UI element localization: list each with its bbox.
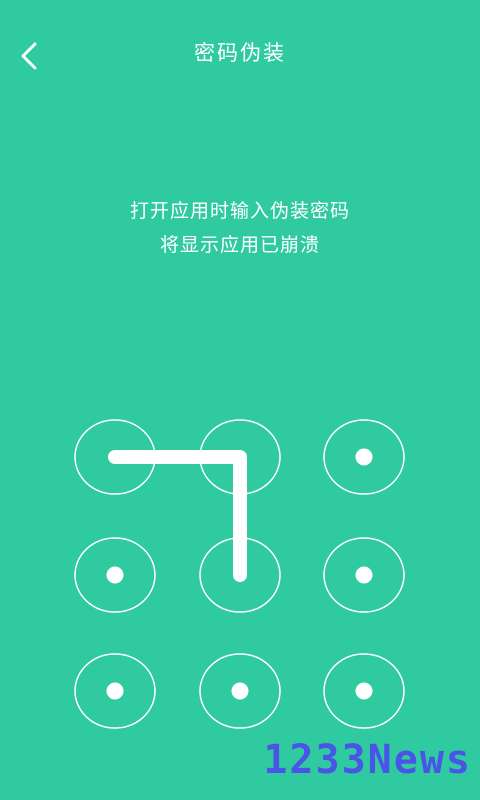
watermark-text: 1233News [263,737,472,783]
app-header: 密码伪装 [0,0,480,108]
page-title: 密码伪装 [194,42,286,65]
instruction-text: 打开应用时输入伪装密码 将显示应用已崩溃 [0,195,480,263]
pattern-disguise-screen: 密码伪装 打开应用时输入伪装密码 将显示应用已崩溃 1233News [0,0,480,800]
pattern-node-dot [106,682,124,700]
instruction-line-2: 将显示应用已崩溃 [159,235,320,256]
pattern-node-9[interactable] [323,653,405,729]
pattern-path-line [108,450,247,582]
instruction-line-1: 打开应用时输入伪装密码 [129,201,350,222]
pattern-lock-canvas[interactable] [0,395,480,755]
watermark-logo: 1233News [263,738,472,782]
pattern-node-4[interactable] [74,537,156,613]
pattern-node-3[interactable] [323,419,405,495]
pattern-node-dot [355,566,373,584]
pattern-node-7[interactable] [74,653,156,729]
pattern-node-dot [355,682,373,700]
pattern-lock-pad[interactable] [0,395,480,755]
pattern-node-8[interactable] [199,653,281,729]
pattern-node-dot [231,682,249,700]
pattern-node-6[interactable] [323,537,405,613]
pattern-node-dot [355,448,373,466]
pattern-node-dot [106,566,124,584]
